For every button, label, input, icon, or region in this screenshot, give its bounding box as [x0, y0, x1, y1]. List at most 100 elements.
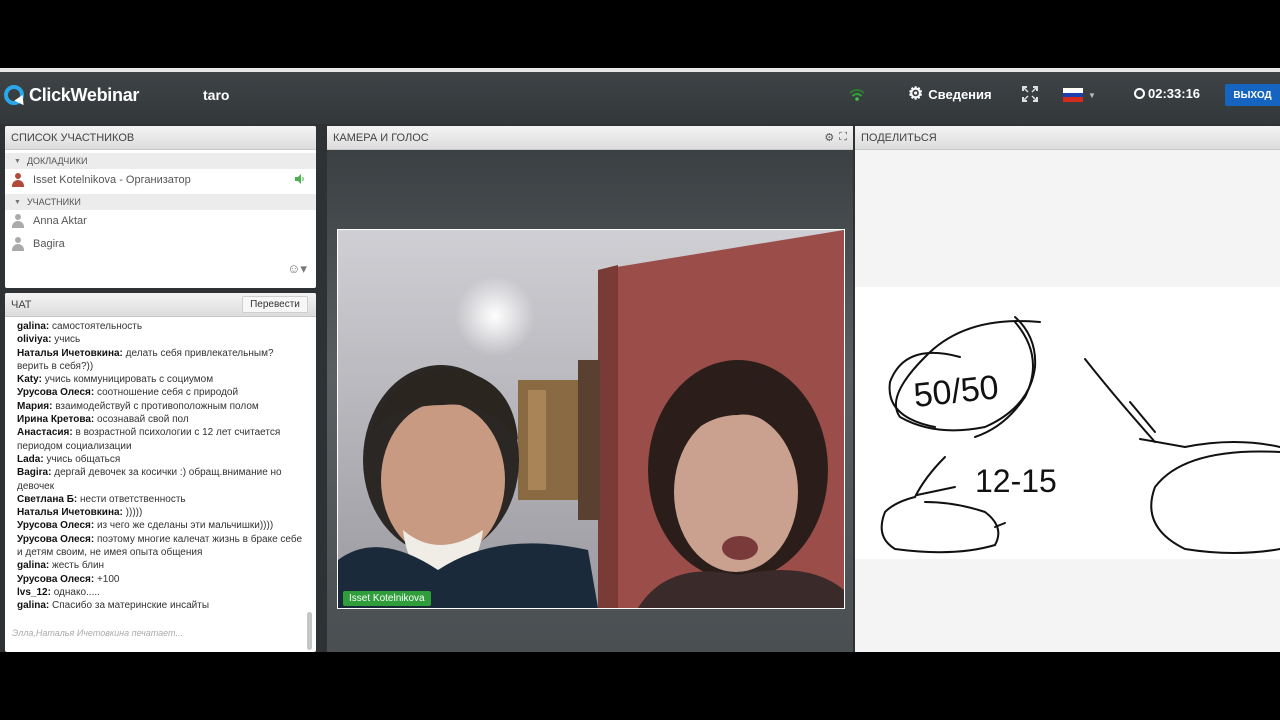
chat-author: galina: [17, 600, 50, 612]
chat-text: +100 [96, 573, 120, 585]
russian-flag-icon [1063, 88, 1083, 103]
chat-message: Светлана Б: нести ответственность [17, 493, 307, 506]
chat-message: Анастасия: в возрастной психологии с 12 … [17, 426, 307, 453]
share-title: ПОДЕЛИТЬСЯ [855, 126, 1280, 150]
chat-message: Bagira: дергай девочек за косички :) обр… [17, 466, 307, 493]
participant-name: Isset Kotelnikova - Организатор [33, 174, 191, 186]
fullscreen-icon [1022, 86, 1038, 102]
smiley-icon: ☺▾ [287, 261, 307, 276]
chat-author: oliviya: [17, 334, 52, 346]
chat-text: учись общаться [46, 453, 121, 465]
chat-author: Анастасия: [17, 427, 73, 439]
chat-author: lvs_12: [17, 586, 51, 598]
signal-icon [849, 88, 865, 107]
emoji-button[interactable]: ☺▾ [286, 260, 308, 278]
chat-panel: ЧАТ Перевести galina: самостоятельность o… [5, 293, 316, 652]
user-icon [12, 214, 24, 228]
participant-row[interactable]: Isset Kotelnikova - Организатор [5, 169, 305, 191]
speakers-label: ДОКЛАДЧИКИ [26, 156, 88, 166]
logo-text: ClickWebinar [29, 84, 140, 105]
chat-message: Katy: учись коммуницировать с социумом [17, 373, 307, 386]
user-icon [12, 237, 24, 251]
fullscreen-button[interactable] [1022, 86, 1038, 107]
chat-message: Ирина Кретова: осознавай свой пол [17, 413, 307, 426]
chat-message: Урусова Олеся: соотношение себя с природ… [17, 386, 307, 399]
gear-icon: ⚙ [908, 84, 924, 103]
whiteboard-text-ratio: 50/50 [912, 368, 1001, 415]
chat-message: Урусова Олеся: поэтому многие калечат жи… [17, 533, 307, 560]
chat-text: жесть блин [52, 560, 105, 572]
exit-button[interactable]: ВЫХОД [1225, 84, 1280, 106]
chat-text: нести ответственность [80, 493, 186, 505]
chat-message: galina: Спасибо за материнские инсайты [17, 599, 307, 612]
caret-down-icon: ▼ [14, 198, 21, 206]
chat-text: соотношение себя с природой [96, 387, 239, 399]
scrollbar-thumb[interactable] [307, 612, 312, 650]
participant-name: Bagira [33, 238, 65, 250]
camera-tools: ⚙ ⛶ [824, 131, 847, 144]
chat-text: взаимодействуй с противоположным полом [55, 400, 259, 412]
chat-message: galina: самостоятельность [17, 320, 307, 333]
logo: ClickWebinar [4, 82, 139, 108]
chat-text: однако..... [53, 586, 100, 598]
info-button[interactable]: ⚙ Сведения [908, 84, 992, 103]
chat-author: Bagira: [17, 467, 52, 479]
settings-icon[interactable]: ⚙ [824, 131, 834, 144]
chat-message: galina: жесть блин [17, 559, 307, 572]
logo-icon [4, 85, 24, 105]
session-timer: 02:33:16 [1134, 86, 1200, 101]
participant-name: Anna Aktar [33, 215, 87, 227]
chat-text: самостоятельность [52, 321, 143, 332]
expand-icon[interactable]: ⛶ [839, 131, 847, 144]
chat-author: Мария: [17, 400, 53, 412]
camera-panel: КАМЕРА И ГОЛОС ⚙ ⛶ Isset Kotelnikova [327, 126, 853, 652]
participants-panel: СПИСОК УЧАСТНИКОВ ▼ ДОКЛАДЧИКИ Isset Kot… [5, 126, 316, 288]
chat-author: Урусова Олеся: [17, 520, 95, 532]
speakers-group[interactable]: ▼ ДОКЛАДЧИКИ [5, 153, 316, 169]
chat-message: oliviya: учись [17, 333, 307, 346]
typing-indicator: Элла,Наталья Ичетовкина печатает... [12, 628, 183, 638]
room-name: taro [203, 87, 230, 103]
participant-row[interactable]: Bagira [5, 233, 305, 255]
chat-message: Наталья Ичетовкина: делать себя привлека… [17, 347, 307, 374]
chat-author: Lada: [17, 453, 44, 465]
clock-icon [1134, 88, 1145, 99]
chat-text: из чего же сделаны эти мальчишки)))) [96, 520, 274, 532]
chat-author: Ирина Кретова: [17, 414, 95, 426]
chat-scrollbar[interactable] [307, 317, 312, 652]
attendees-label: УЧАСТНИКИ [26, 197, 81, 207]
participants-title: СПИСОК УЧАСТНИКОВ [5, 126, 316, 150]
whiteboard-text-age: 12-15 [975, 463, 1057, 499]
chat-text: учись [54, 334, 81, 346]
chat-message: Наталья Ичетовкина: ))))) [17, 506, 307, 519]
chat-message: Урусова Олеся: из чего же сделаны эти ма… [17, 519, 307, 532]
whiteboard[interactable]: 50/50 12-15 [855, 287, 1280, 559]
chat-author: Наталья Ичетовкина: [17, 507, 123, 519]
share-panel: ПОДЕЛИТЬСЯ 50/50 12-15 [855, 126, 1280, 652]
presenter-user-icon [12, 173, 24, 187]
language-selector[interactable]: ▼ [1063, 88, 1096, 103]
chat-text: Спасибо за материнские инсайты [52, 600, 210, 612]
video-frame-image [338, 230, 844, 608]
translate-button[interactable]: Перевести [242, 296, 308, 313]
chat-text: дергай девочек за косички :) обращ.внима… [17, 467, 282, 492]
presenter-name-tag: Isset Kotelnikova [343, 591, 431, 606]
chat-author: Katy: [17, 374, 43, 386]
chat-message: Lada: учись общаться [17, 453, 307, 466]
participant-row[interactable]: Anna Aktar [5, 210, 305, 232]
chat-text: учись коммуницировать с социумом [44, 374, 214, 386]
chat-author: Урусова Олеся: [17, 533, 95, 545]
chat-author: Светлана Б: [17, 493, 78, 505]
app-header: ClickWebinar taro ⚙ Сведения ▼ 02:33:16 … [0, 72, 1280, 124]
timer-value: 02:33:16 [1148, 86, 1201, 101]
chat-message: Мария: взаимодействуй с противоположным … [17, 400, 307, 413]
chat-text: осознавай свой пол [97, 414, 189, 426]
chat-author: Наталья Ичетовкина: [17, 347, 123, 359]
chat-text: ))))) [125, 507, 143, 519]
caret-down-icon: ▼ [14, 157, 21, 165]
chat-message: lvs_12: однако..... [17, 586, 307, 599]
attendees-group[interactable]: ▼ УЧАСТНИКИ [5, 194, 316, 210]
chat-author: Урусова Олеся: [17, 387, 95, 399]
chat-author: galina: [17, 321, 50, 332]
video-feed[interactable]: Isset Kotelnikova [337, 229, 845, 609]
